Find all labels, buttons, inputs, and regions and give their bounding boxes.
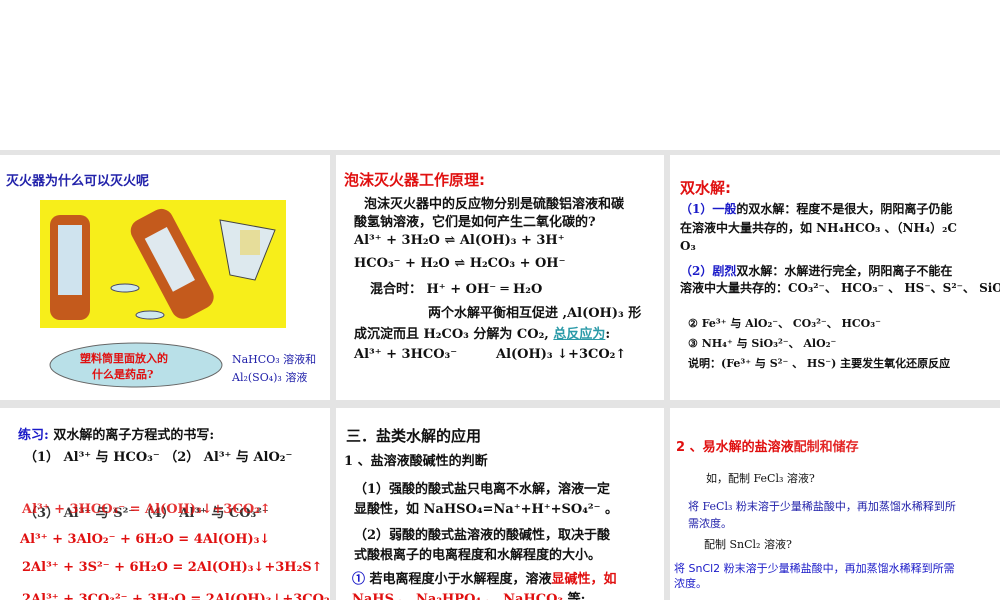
text-line: 说明：(Fe³⁺ 与 S²⁻ 、 HS⁻) 主要发生氧化还原反应	[688, 357, 951, 370]
text: 等;	[563, 592, 586, 600]
exercise-label: 练习:	[18, 428, 49, 443]
text: 成沉淀而且 H₂CO₃ 分解为 CO₂,	[354, 327, 549, 342]
text-line: ③ NH₄⁺ 与 SiO₃²⁻、 AlO₂⁻	[688, 337, 837, 350]
panel-title: 三．盐类水解的应用	[346, 427, 482, 445]
label-intense: （2）剧烈	[680, 264, 737, 278]
text: 双水解：水解进行完全，阴阳离子不能在	[736, 264, 953, 278]
equation-right: Al(OH)₃ ↓+3CO₂↑	[496, 347, 627, 362]
answer-equation: 2Al³⁺ + 3S²⁻ + 6H₂O = 2Al(OH)₃↓+3H₂S↑	[22, 560, 323, 575]
text-line: （1）强酸的酸式盐只电离不水解，溶液一定	[354, 482, 611, 497]
text-line: 成沉淀而且 H₂CO₃ 分解为 CO₂, 总反应为:	[354, 323, 610, 342]
panel-storage: 2 、易水解的盐溶液配制和储存 如，配制 FeCl₃ 溶液? 将 FeCl₃ 粉…	[670, 408, 1000, 600]
highlight: NaHS 、 Na₂HPO₄ 、 NaHCO₃	[352, 592, 564, 600]
highlight: 显碱性，如	[551, 572, 617, 587]
panel-title: 双水解:	[680, 179, 731, 197]
text-line: 溶液中大量共存的：CO₃²⁻、 HCO₃⁻ 、 HS⁻、S²⁻、 SiO₃²⁻	[680, 281, 1000, 295]
colon: :	[605, 327, 611, 342]
panel-title: 灭火器为什么可以灭火呢	[6, 174, 150, 189]
text-line: ② Fe³⁺ 与 AlO₂⁻、 CO₃²⁻、 HCO₃⁻	[688, 317, 881, 330]
text-line: 泡沫灭火器中的反应物分别是硫酸铝溶液和碳	[364, 197, 625, 212]
subheading: 1 、盐溶液酸碱性的判断	[344, 454, 488, 469]
label-general: （1）一般	[680, 202, 737, 216]
answer-1: NaHCO₃ 溶液和	[232, 353, 317, 366]
panel-exercise: 练习: 双水解的离子方程式的书写: （1） Al³⁺ 与 HCO₃⁻ （2） A…	[0, 408, 330, 600]
answer: 浓度。	[674, 577, 707, 590]
equation-left: Al³⁺ + 3HCO₃⁻	[354, 347, 458, 362]
text-line: 显酸性，如 NaHSO₄=Na⁺+H⁺+SO₄²⁻ 。	[354, 502, 618, 517]
panel-double-hydrolysis: 双水解: （1）一般的双水解：程度不是很大，阴阳离子仍能 在溶液中大量共存的，如…	[670, 155, 1000, 400]
answer-equation: Al³⁺ + 3HCO₃⁻ = Al(OH)₃↓+3CO₂↑	[22, 502, 271, 517]
text: 若电离程度小于水解程度，溶液	[365, 572, 552, 587]
panel-title: 泡沫灭火器工作原理:	[344, 171, 485, 189]
answer-2: Al₂(SO₄)₃ 溶液	[232, 371, 308, 384]
answer: 需浓度。	[688, 517, 732, 530]
title-rest: 配制和储存	[793, 440, 859, 455]
total-reaction-link[interactable]: 总反应为	[553, 327, 605, 342]
answer: 将 FeCl₃ 粉末溶于少量稀盐酸中，再加蒸馏水稀释到所	[688, 500, 956, 513]
panel-applications: 三．盐类水解的应用 1 、盐溶液酸碱性的判断 （1）强酸的酸式盐只电离不水解，溶…	[336, 408, 664, 600]
answer: 将 SnCl2 粉末溶于少量稀盐酸中，再加蒸馏水稀释到所需	[674, 562, 955, 575]
answer-equation: Al³⁺ + 3AlO₂⁻ + 6H₂O = 4Al(OH)₃↓	[20, 532, 271, 547]
question: 如，配制 FeCl₃ 溶液?	[706, 472, 815, 485]
circle-number-1: ①	[352, 572, 366, 587]
equation: HCO₃⁻ + H₂O ⇌ H₂CO₃ + OH⁻	[354, 256, 566, 271]
question: 配制 SnCl₂ 溶液?	[704, 538, 792, 551]
panel-extinguisher: 灭火器为什么可以灭火呢 塑料筒里面放入的 什么是药品? NaHCO₃ 溶液和 A…	[0, 155, 330, 400]
equation: 混合时： H⁺ + OH⁻ ═ H₂O	[370, 282, 543, 297]
exercise-title: 双水解的离子方程式的书写:	[53, 428, 215, 443]
title-highlight: 2 、易水解的盐溶液	[676, 440, 794, 455]
text-line: （2）弱酸的酸式盐溶液的酸碱性，取决于酸	[354, 528, 611, 543]
equation: Al³⁺ + 3H₂O ⇌ Al(OH)₃ + 3H⁺	[354, 233, 565, 248]
cloud-question-1: 塑料筒里面放入的	[80, 352, 168, 365]
text: 的双水解：程度不是很大，阴阳离子仍能	[736, 202, 953, 216]
extinguisher-illustration	[40, 200, 286, 328]
text-line: 式酸根离子的电离程度和水解程度的大小。	[354, 548, 602, 563]
question-line: （1） Al³⁺ 与 HCO₃⁻ （2） Al³⁺ 与 AlO₂⁻	[24, 450, 293, 465]
answer-equation: 2Al³⁺ + 3CO₃²⁻ + 3H₂O = 2Al(OH)₃↓+3CO₂↑	[22, 592, 330, 600]
cloud-question-2: 什么是药品?	[92, 368, 154, 381]
text-line: O₃	[680, 239, 696, 253]
text-line: 两个水解平衡相互促进 ,Al(OH)₃ 形	[428, 306, 642, 321]
text-line: 酸氢钠溶液，它们是如何产生二氧化碳的?	[354, 215, 596, 230]
panel-foam-principle: 泡沫灭火器工作原理: 泡沫灭火器中的反应物分别是硫酸铝溶液和碳 酸氢钠溶液，它们…	[336, 155, 664, 400]
text-line: 在溶液中大量共存的，如 NH₄HCO₃ 、（NH₄）₂C	[680, 221, 957, 235]
